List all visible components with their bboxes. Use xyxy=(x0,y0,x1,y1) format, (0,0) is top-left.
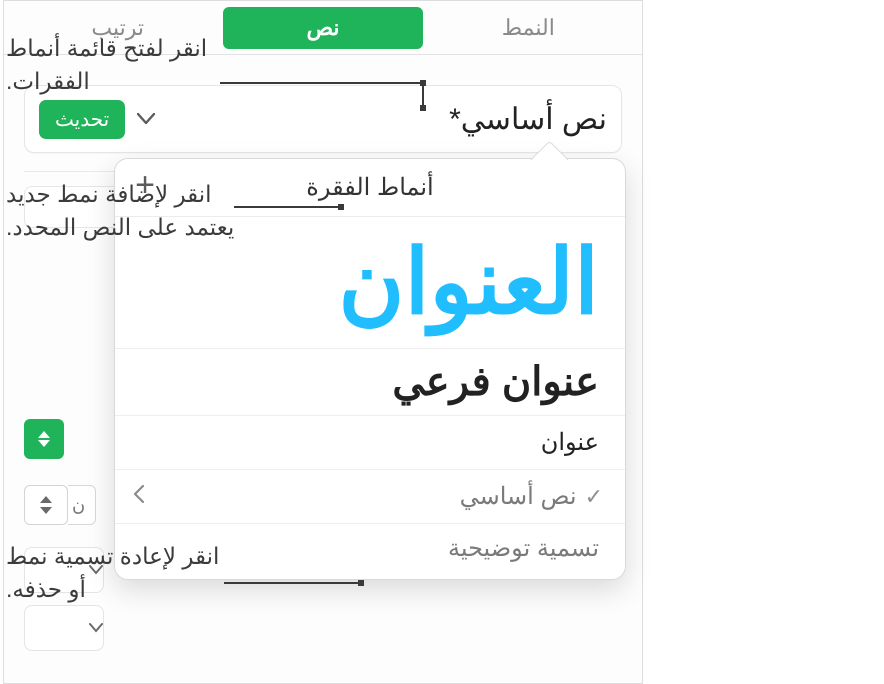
text-color-popup[interactable] xyxy=(24,419,64,459)
style-item-disclosure-button[interactable] xyxy=(133,485,145,509)
chevron-up-icon xyxy=(38,431,50,438)
callout-leader-line xyxy=(234,206,342,208)
size-stepper-field[interactable]: ن xyxy=(68,485,96,525)
chevron-left-icon xyxy=(133,485,145,503)
paragraph-style-name: نص أساسي* xyxy=(161,102,607,137)
callout-leader-line xyxy=(224,582,362,584)
size-stepper[interactable] xyxy=(24,485,68,525)
chevron-down-icon xyxy=(38,440,50,447)
chevron-down-icon xyxy=(40,507,52,514)
style-item-label: العنوان xyxy=(338,238,599,328)
update-style-button[interactable]: تحديث xyxy=(39,100,125,139)
disclosure-row-2[interactable] xyxy=(24,605,104,651)
style-item-body[interactable]: ✓ نص أساسي xyxy=(115,470,625,524)
style-item-label: عنوان xyxy=(541,428,599,457)
style-item-subtitle[interactable]: عنوان فرعي xyxy=(115,349,625,416)
checkmark-icon: ✓ xyxy=(585,484,603,510)
callout-rename-delete: انقر لإعادة تسمية نمط أو حذفه. xyxy=(6,540,232,607)
callout-leader-line xyxy=(220,82,424,84)
callout-open-menu: انقر لفتح قائمة أنماط الفقرات. xyxy=(6,32,232,99)
style-item-label: عنوان فرعي xyxy=(392,359,599,405)
style-item-label: نص أساسي xyxy=(460,482,577,511)
callout-add-style: انقر لإضافة نمط جديد يعتمد على النص المح… xyxy=(6,178,238,245)
chevron-down-icon xyxy=(89,623,103,633)
chevron-down-icon xyxy=(137,113,155,125)
chevron-up-icon xyxy=(40,496,52,503)
style-item-label: تسمية توضيحية xyxy=(448,534,599,563)
tab-text[interactable]: نص xyxy=(223,7,422,49)
callout-leader-line xyxy=(422,82,424,109)
paragraph-styles-list: العنوان عنوان فرعي عنوان ✓ نص أساسي تسمي… xyxy=(115,217,625,579)
style-item-heading[interactable]: عنوان xyxy=(115,416,625,470)
tab-style[interactable]: النمط xyxy=(429,7,628,49)
paragraph-style-menu-chevron[interactable] xyxy=(131,96,161,142)
